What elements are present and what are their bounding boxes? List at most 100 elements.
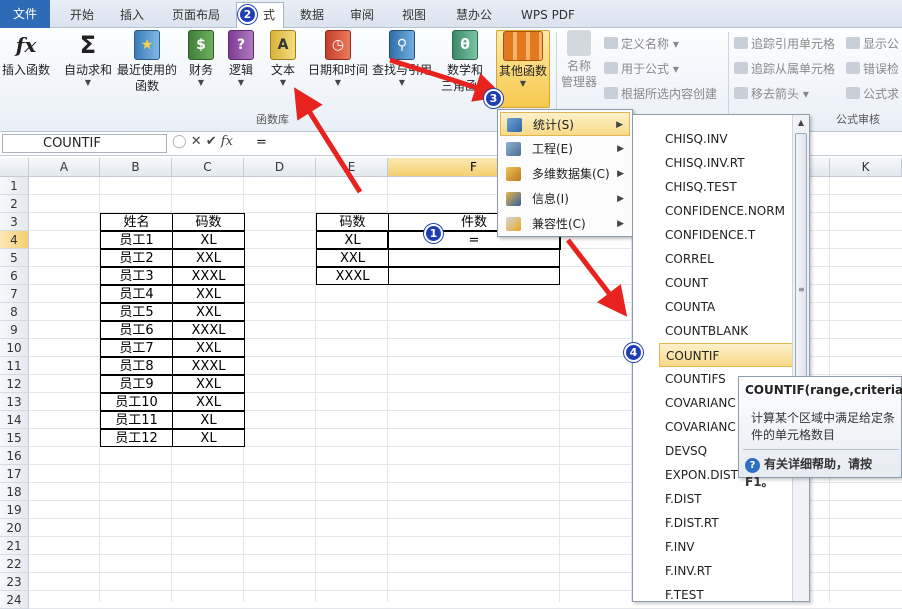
row-header-6[interactable]: 6 [0, 267, 29, 285]
column-header-c[interactable]: C [172, 158, 244, 177]
table-cell[interactable]: 员工1 [100, 231, 173, 249]
row-header-10[interactable]: 10 [0, 339, 29, 357]
function-item[interactable]: F.TEST [659, 583, 793, 601]
function-item[interactable]: CONFIDENCE.T [659, 223, 793, 247]
trace-dependents-button[interactable]: 追踪从属单元格 [734, 59, 835, 79]
row-header-17[interactable]: 17 [0, 465, 29, 483]
table-cell[interactable]: XXL [172, 285, 245, 303]
table-cell[interactable]: XXXL [172, 267, 245, 285]
row-header-24[interactable]: 24 [0, 591, 29, 609]
function-item[interactable]: CORREL [659, 247, 793, 271]
error-checking-button[interactable]: 错误检 [846, 59, 899, 79]
tab-wps-pdf[interactable]: WPS PDF [512, 3, 584, 28]
row-header-23[interactable]: 23 [0, 573, 29, 591]
row-header-4[interactable]: 4 [0, 231, 29, 249]
function-item[interactable] [659, 115, 793, 127]
row-header-11[interactable]: 11 [0, 357, 29, 375]
table-cell[interactable]: XL [316, 231, 389, 249]
logical-button[interactable]: ? 逻辑 ▼ [224, 30, 258, 88]
table-cell[interactable]: XL [172, 429, 245, 447]
table-cell[interactable]: 员工12 [100, 429, 173, 447]
row-header-21[interactable]: 21 [0, 537, 29, 555]
table-cell[interactable]: XL [172, 411, 245, 429]
table-cell[interactable]: XXL [172, 339, 245, 357]
insert-function-icon[interactable]: fx [221, 134, 233, 149]
tab-review[interactable]: 审阅 [340, 3, 384, 28]
table-cell[interactable]: 员工6 [100, 321, 173, 339]
menu-item-information[interactable]: 信息(I) ▶ [500, 187, 630, 211]
table-cell[interactable]: 员工8 [100, 357, 173, 375]
confirm-icon[interactable]: ✔ [206, 134, 217, 149]
table-cell[interactable]: 员工2 [100, 249, 173, 267]
select-all-corner[interactable] [0, 158, 29, 177]
insert-function-button[interactable]: fx 插入函数 [0, 30, 52, 78]
show-formulas-button[interactable]: 显示公 [846, 34, 899, 54]
column-header-b[interactable]: B [100, 158, 172, 177]
table-cell[interactable] [388, 267, 560, 285]
table-cell[interactable]: XXL [172, 375, 245, 393]
function-item[interactable]: COUNTBLANK [659, 319, 793, 343]
remove-arrows-button[interactable]: 移去箭头 ▾ [734, 84, 809, 104]
row-header-1[interactable]: 1 [0, 177, 29, 195]
column-header-k[interactable]: K [830, 158, 902, 177]
tab-view[interactable]: 视图 [392, 3, 436, 28]
table-cell[interactable]: 员工11 [100, 411, 173, 429]
name-box[interactable]: COUNTIF [2, 134, 167, 153]
evaluate-formula-button[interactable]: 公式求 [846, 84, 899, 104]
text-button[interactable]: A 文本 ▼ [266, 30, 300, 88]
table-cell[interactable]: XL [172, 231, 245, 249]
row-header-3[interactable]: 3 [0, 213, 29, 231]
tab-file[interactable]: 文件 [0, 0, 50, 28]
column-header-d[interactable]: D [244, 158, 316, 177]
trace-precedents-button[interactable]: 追踪引用单元格 [734, 34, 835, 54]
cancel-icon[interactable]: ✕ [191, 134, 202, 149]
tab-home[interactable]: 开始 [56, 3, 108, 28]
financial-button[interactable]: $ 财务 ▼ [184, 30, 218, 88]
math-trig-button[interactable]: θ 数学和 三角函数 [434, 30, 496, 94]
function-item[interactable]: F.INV [659, 535, 793, 559]
function-item[interactable]: COUNT [659, 271, 793, 295]
row-header-19[interactable]: 19 [0, 501, 29, 519]
menu-item-statistical[interactable]: 统计(S) ▶ [500, 112, 630, 136]
tab-page-layout[interactable]: 页面布局 [160, 3, 232, 28]
table-header-size[interactable]: 码数 [316, 213, 389, 231]
function-item[interactable]: CHISQ.TEST [659, 175, 793, 199]
row-header-2[interactable]: 2 [0, 195, 29, 213]
function-item[interactable]: COUNTA [659, 295, 793, 319]
row-header-16[interactable]: 16 [0, 447, 29, 465]
table-cell[interactable]: XXXL [316, 267, 389, 285]
row-header-22[interactable]: 22 [0, 555, 29, 573]
table-cell[interactable]: 员工4 [100, 285, 173, 303]
use-in-formula-button[interactable]: 用于公式 ▾ [604, 59, 679, 79]
function-item[interactable]: F.DIST [659, 487, 793, 511]
menu-item-compatibility[interactable]: 兼容性(C) ▶ [500, 212, 630, 236]
table-cell[interactable]: 员工10 [100, 393, 173, 411]
row-header-14[interactable]: 14 [0, 411, 29, 429]
column-header-j[interactable] [810, 158, 830, 177]
column-header-a[interactable]: A [29, 158, 100, 177]
function-item[interactable]: CHISQ.INV.RT [659, 151, 793, 175]
statistical-function-list[interactable]: CHISQ.INV CHISQ.INV.RT CHISQ.TEST CONFIDENC… [632, 114, 810, 602]
table-cell[interactable]: 员工9 [100, 375, 173, 393]
function-item[interactable]: CHISQ.INV [659, 127, 793, 151]
table-cell[interactable]: 员工7 [100, 339, 173, 357]
function-list-scrollbar[interactable]: ▲ ≡ [792, 115, 809, 601]
collapse-icon[interactable]: ◯ [172, 134, 187, 149]
menu-item-cube[interactable]: 多维数据集(C) ▶ [500, 162, 630, 186]
table-header-size[interactable]: 码数 [172, 213, 245, 231]
row-header-7[interactable]: 7 [0, 285, 29, 303]
date-time-button[interactable]: ◷ 日期和时间 ▼ [306, 30, 370, 88]
more-functions-button[interactable]: 其他函数 ▼ [496, 30, 550, 108]
row-header-18[interactable]: 18 [0, 483, 29, 501]
function-item-countif[interactable]: COUNTIF [659, 343, 793, 367]
table-cell[interactable]: XXL [172, 249, 245, 267]
name-manager-button[interactable]: 名称 管理器 [560, 30, 598, 90]
row-header-20[interactable]: 20 [0, 519, 29, 537]
function-item[interactable]: F.INV.RT [659, 559, 793, 583]
table-cell[interactable]: 员工3 [100, 267, 173, 285]
table-header-name[interactable]: 姓名 [100, 213, 173, 231]
menu-item-engineering[interactable]: 工程(E) ▶ [500, 137, 630, 161]
create-from-selection-button[interactable]: 根据所选内容创建 [604, 84, 717, 104]
tab-insert[interactable]: 插入 [110, 3, 154, 28]
row-header-12[interactable]: 12 [0, 375, 29, 393]
